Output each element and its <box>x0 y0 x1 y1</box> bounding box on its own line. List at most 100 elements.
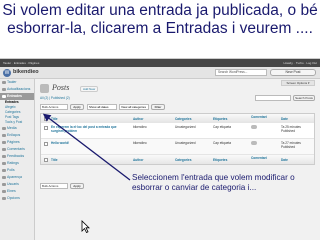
sidebar-item[interactable]: Actualitzacions <box>0 86 34 93</box>
post-category[interactable]: Uncategorized <box>175 125 205 129</box>
post-author[interactable]: bikendieo <box>133 125 163 129</box>
post-title-link[interactable]: Hello world! <box>51 141 129 145</box>
col-tags: Etiquetes <box>213 117 228 121</box>
search-posts-box: Search Posts <box>255 95 315 101</box>
add-new-button[interactable]: Add New <box>80 86 99 92</box>
col-comments: Comentaris <box>251 115 267 119</box>
category-filter-select[interactable]: View all categories <box>119 104 149 110</box>
menu-icon <box>1 134 6 137</box>
row-checkbox[interactable] <box>44 142 48 146</box>
menu-icon <box>1 88 6 91</box>
post-tags: Cap etiqueta <box>213 125 232 129</box>
top-bar-right[interactable]: Howdy, · Turbo · Log Out <box>284 59 317 67</box>
col-author: Author <box>133 117 144 121</box>
sidebar-item[interactable]: Feedbacks <box>0 153 34 160</box>
menu-icon <box>1 141 6 144</box>
post-date: Ta 25 minutes Published <box>281 125 301 133</box>
sidebar-item[interactable]: Opcions <box>0 195 34 202</box>
date-filter-select[interactable]: Show all dates <box>87 104 117 110</box>
sidebar-item[interactable]: Comentaris <box>0 146 34 153</box>
slide-title: Si volem editar una entrada ja publicada… <box>2 2 318 37</box>
main-content: Screen Options ▾ Posts Add New All (2) |… <box>38 79 318 240</box>
sidebar-item-label: Post Tags <box>5 115 19 119</box>
sidebar-item-label: Ratings <box>7 161 19 165</box>
sidebar-item-label: Aparença <box>7 175 22 179</box>
col-date[interactable]: Date <box>281 117 315 121</box>
admin-top-bar: Tauler · Entrades · Pàgines Howdy, · Tur… <box>0 59 320 67</box>
col-title[interactable]: Title <box>51 117 129 121</box>
header-search-input[interactable]: Search WordPress... <box>215 69 267 76</box>
posts-icon <box>40 84 49 93</box>
posts-table: Title Author Categories Etiquetes Coment… <box>40 113 315 165</box>
menu-icon <box>1 127 6 130</box>
menu-icon <box>1 81 6 84</box>
wordpress-screenshot: Tauler · Entrades · Pàgines Howdy, · Tur… <box>0 58 320 240</box>
sidebar-item-label: Entrades <box>5 100 19 104</box>
select-all-checkbox[interactable] <box>44 117 48 121</box>
filter-button[interactable]: Filter <box>151 104 165 110</box>
screen-options-button[interactable]: Screen Options ▾ <box>281 80 315 86</box>
col-date[interactable]: Date <box>281 158 315 162</box>
apply-button[interactable]: Apply <box>70 183 84 189</box>
menu-icon <box>1 183 6 186</box>
sidebar-item-label: Tools y Post <box>5 120 23 124</box>
sidebar-item-label: Usuaris <box>7 182 19 186</box>
table-row[interactable]: En esperem la el·loc del post a entrada … <box>41 123 314 139</box>
apply-button[interactable]: Apply <box>70 104 84 110</box>
sidebar-item[interactable]: Enllaços <box>0 132 34 139</box>
annotation-text: Seleccionem l'entrada que volem modifica… <box>132 173 295 192</box>
table-row[interactable]: Hello world! bikendieo Uncategorized Cap… <box>41 139 314 155</box>
menu-icon <box>1 148 6 151</box>
top-bar-left[interactable]: Tauler · Entrades · Pàgines <box>3 61 39 65</box>
sidebar-item-label: Afegeix <box>5 105 16 109</box>
bulk-actions-select[interactable]: Bulk Actions <box>40 183 68 189</box>
post-category[interactable]: Uncategorized <box>175 141 205 145</box>
status-filter-links[interactable]: All (2) | Published (2) <box>40 96 70 100</box>
comment-bubble-icon[interactable] <box>251 141 267 146</box>
mouse-cursor-icon <box>81 220 90 233</box>
col-comments: Comentaris <box>251 156 267 160</box>
col-categories: Categories <box>175 158 192 162</box>
col-tags: Etiquetes <box>213 158 228 162</box>
sidebar-item[interactable]: Ratings <box>0 160 34 167</box>
menu-icon <box>1 162 6 165</box>
wordpress-logo-icon[interactable]: W <box>3 69 11 77</box>
sidebar-item-label: Entrades <box>7 94 22 98</box>
sidebar-item-label: Comentaris <box>7 147 25 151</box>
row-checkbox[interactable] <box>44 126 48 130</box>
select-all-checkbox[interactable] <box>44 158 48 162</box>
col-title[interactable]: Title <box>51 158 129 162</box>
table-header: Title Author Categories Etiquetes Coment… <box>41 114 314 123</box>
sidebar-item-label: Media <box>7 126 17 130</box>
admin-header: W bikendieo Search WordPress... New Post <box>0 67 320 79</box>
sidebar-item[interactable]: Polls <box>0 167 34 174</box>
sidebar-item[interactable]: Media <box>0 125 34 132</box>
post-title-link[interactable]: En esperem la el·loc del post a entrada … <box>51 125 129 133</box>
sidebar-item-label: Opcions <box>7 196 20 200</box>
sidebar-item[interactable]: Pàgines <box>0 139 34 146</box>
sidebar-item-label: Enllaços <box>7 133 21 137</box>
col-categories: Categories <box>175 117 192 121</box>
search-posts-input[interactable] <box>255 95 291 101</box>
sidebar-item[interactable]: Eines <box>0 188 34 195</box>
sidebar-item[interactable]: Tauler <box>0 79 34 86</box>
sidebar-item[interactable]: Aparença <box>0 174 34 181</box>
sidebar-item[interactable]: Usuaris <box>0 181 34 188</box>
menu-icon <box>1 197 6 200</box>
search-posts-button[interactable]: Search Posts <box>293 95 315 101</box>
menu-icon <box>1 190 6 193</box>
table-footer: Title Author Categories Etiquetes Coment… <box>41 155 314 164</box>
menu-icon <box>1 169 6 172</box>
new-post-button[interactable]: New Post <box>270 69 316 76</box>
bulk-actions-bar: Bulk Actions Apply Show all dates View a… <box>40 104 310 111</box>
site-name[interactable]: bikendieo <box>13 69 39 75</box>
post-author[interactable]: bikendieo <box>133 141 163 145</box>
sidebar-item[interactable]: Entrades <box>0 93 34 100</box>
comment-bubble-icon[interactable] <box>251 125 267 130</box>
col-author: Author <box>133 158 144 162</box>
menu-icon <box>1 176 6 179</box>
sidebar-item-label: Eines <box>7 189 16 193</box>
sidebar-item-label: Pàgines <box>7 140 20 144</box>
post-date: Ta 27 minutes Published <box>281 141 301 149</box>
bulk-actions-select[interactable]: Bulk Actions <box>40 104 68 110</box>
